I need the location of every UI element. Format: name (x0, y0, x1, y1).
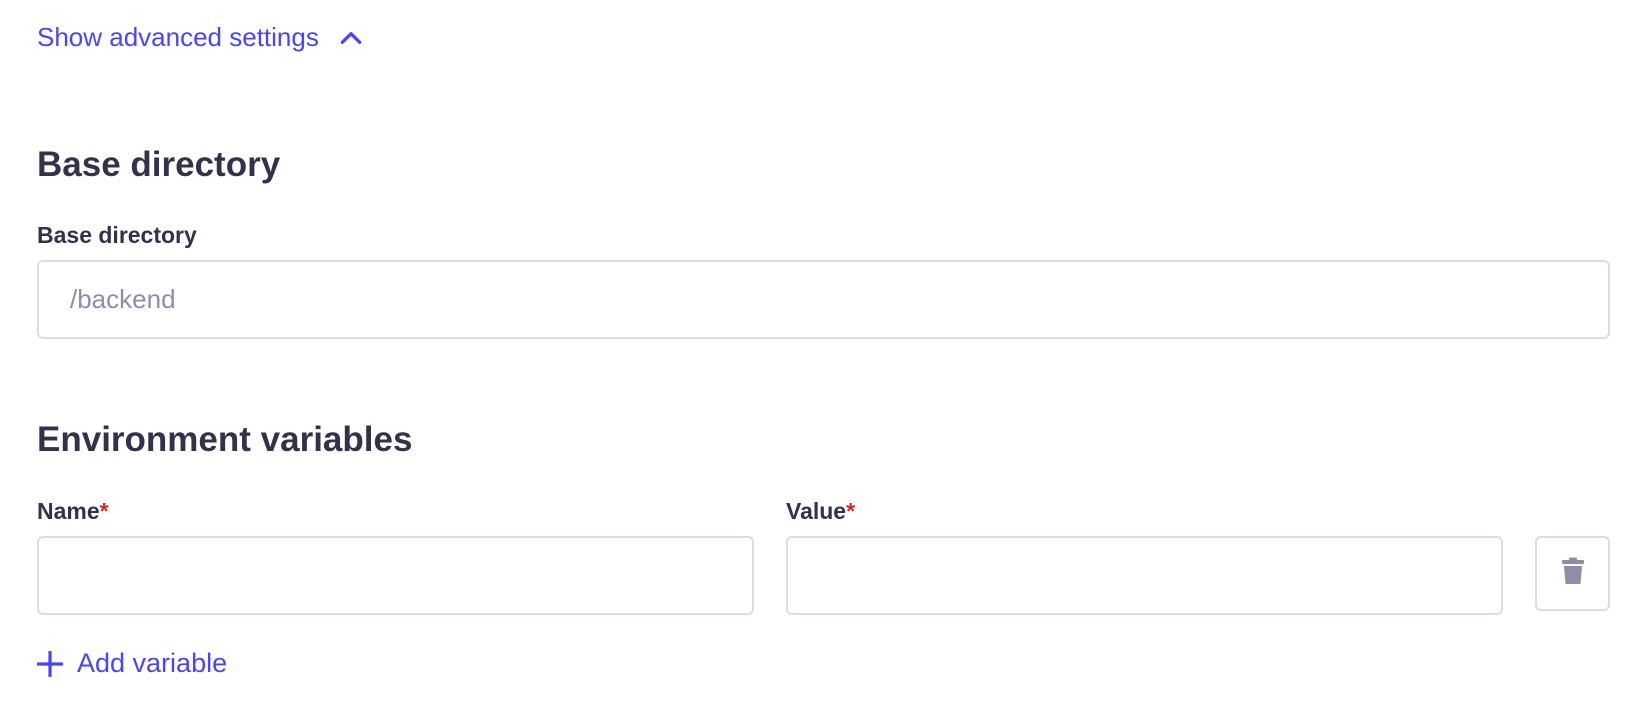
plus-icon (37, 650, 63, 677)
variable-value-input[interactable] (786, 536, 1503, 615)
chevron-up-icon (337, 24, 365, 52)
variable-name-input[interactable] (37, 536, 754, 615)
base-directory-label: Base directory (37, 222, 197, 248)
show-advanced-settings-toggle[interactable]: Show advanced settings (37, 22, 365, 53)
required-mark: * (99, 498, 109, 524)
environment-variables-section-title: Environment variables (37, 420, 413, 459)
variable-value-label-text: Value (786, 498, 847, 524)
base-directory-section-title: Base directory (37, 145, 281, 184)
show-advanced-settings-label: Show advanced settings (37, 22, 319, 52)
add-variable-button[interactable]: Add variable (37, 648, 227, 679)
variable-value-label: Value* (786, 498, 855, 525)
delete-variable-button[interactable] (1535, 536, 1610, 611)
trash-icon (1561, 557, 1585, 590)
base-directory-input[interactable] (37, 260, 1610, 339)
variable-name-label-text: Name (37, 498, 100, 524)
add-variable-label: Add variable (77, 648, 228, 678)
variable-name-label: Name* (37, 498, 109, 525)
required-mark: * (846, 498, 856, 524)
